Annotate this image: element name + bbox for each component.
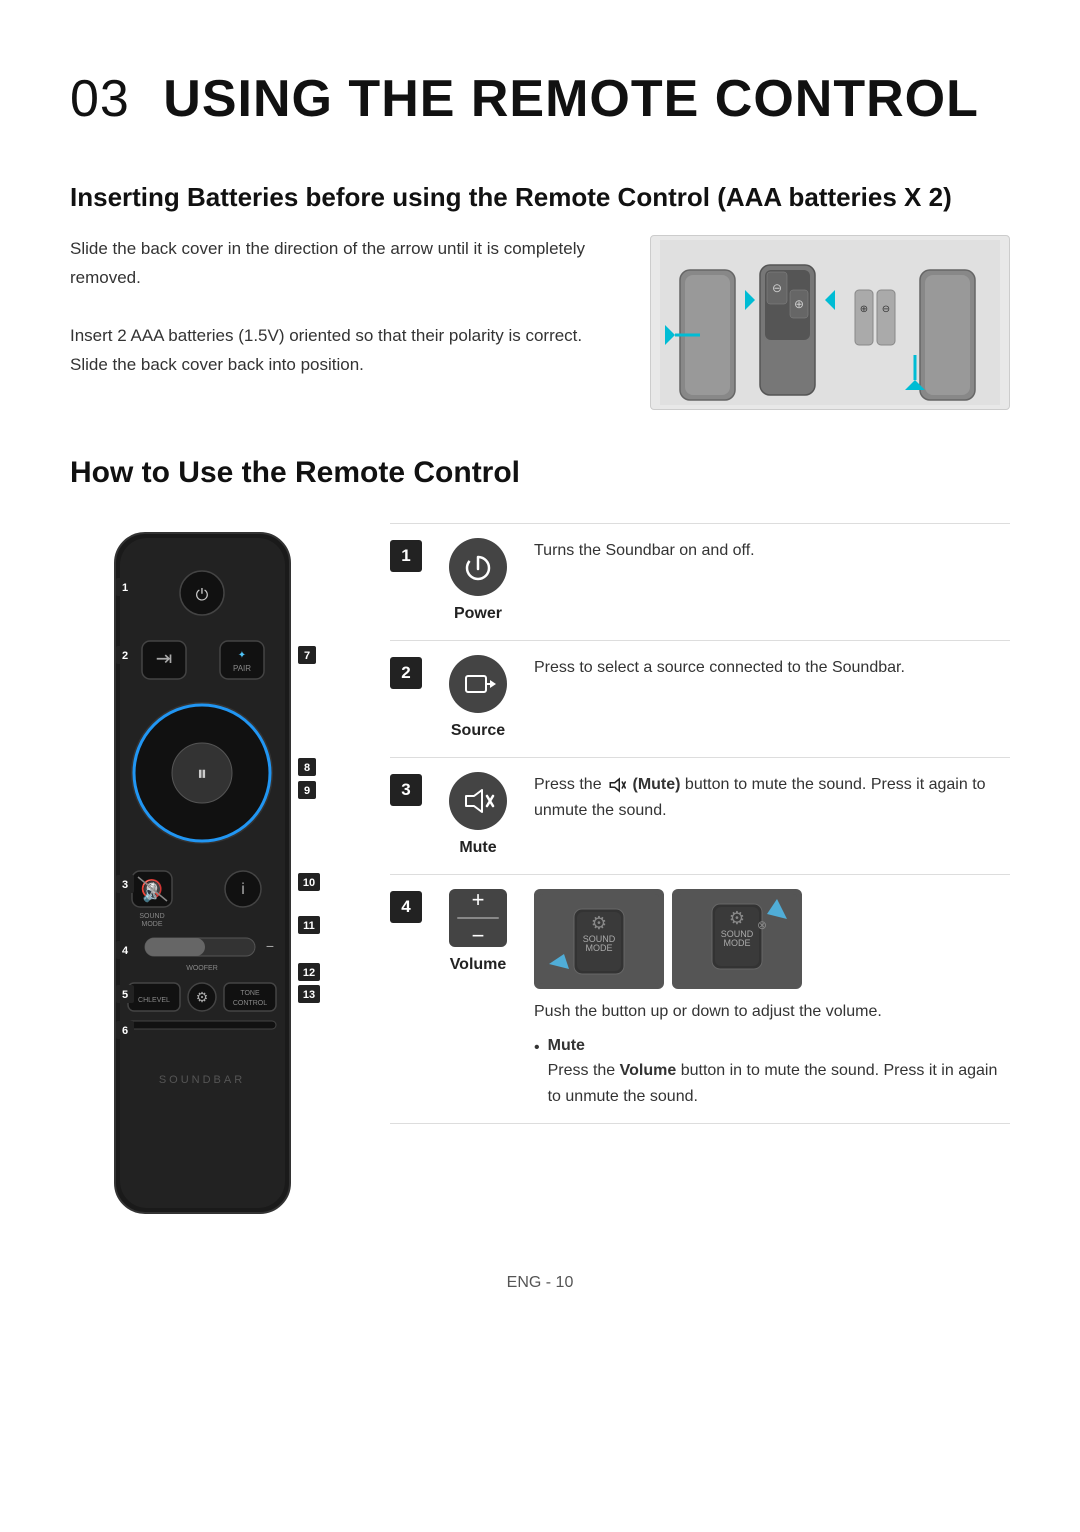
svg-text:3: 3 bbox=[122, 879, 128, 891]
mute-label: Mute bbox=[459, 836, 496, 860]
how-to-content: ⏻ ⇥ ✦ PAIR ⏸ 🔇 ⊘ ⊗ 🔈 bbox=[70, 523, 1010, 1231]
svg-text:✦: ✦ bbox=[238, 650, 246, 661]
source-description: Press to select a source connected to th… bbox=[534, 655, 1010, 681]
svg-text:10: 10 bbox=[303, 877, 315, 889]
mute-description: Press the (Mute) button to mute the soun… bbox=[534, 772, 1010, 823]
svg-text:4: 4 bbox=[122, 945, 129, 957]
svg-text:⊕: ⊕ bbox=[794, 297, 804, 311]
volume-bullet-content: Mute Press the Volume button in to mute … bbox=[548, 1033, 1010, 1110]
remote-diagram: ⏻ ⇥ ✦ PAIR ⏸ 🔇 ⊘ ⊗ 🔈 bbox=[70, 523, 360, 1231]
svg-text:╳: ╳ bbox=[147, 883, 157, 900]
source-button-icon bbox=[449, 655, 507, 713]
svg-text:TONE: TONE bbox=[240, 990, 260, 997]
svg-text:2: 2 bbox=[122, 650, 128, 662]
svg-text:CONTROL: CONTROL bbox=[233, 1000, 267, 1007]
chapter-number: 03 bbox=[70, 70, 130, 128]
svg-text:5: 5 bbox=[122, 989, 128, 1001]
control-icon-col-mute: Mute bbox=[438, 772, 518, 860]
svg-text:⊗: ⊗ bbox=[757, 918, 767, 932]
how-to-heading: How to Use the Remote Control bbox=[70, 450, 1010, 495]
svg-text:⇥: ⇥ bbox=[156, 648, 173, 670]
svg-text:9: 9 bbox=[304, 785, 310, 797]
control-icon-col-source: Source bbox=[438, 655, 518, 743]
volume-label: Volume bbox=[450, 953, 507, 977]
svg-text:PAIR: PAIR bbox=[233, 664, 251, 673]
control-icon-col-power: Power bbox=[438, 538, 518, 626]
svg-text:MODE: MODE bbox=[142, 921, 163, 928]
battery-section: Inserting Batteries before using the Rem… bbox=[70, 178, 1010, 410]
control-row-volume: 4 + − Volume bbox=[390, 874, 1010, 1124]
power-description: Turns the Soundbar on and off. bbox=[534, 538, 1010, 564]
battery-heading: Inserting Batteries before using the Rem… bbox=[70, 178, 1010, 217]
source-label: Source bbox=[451, 719, 505, 743]
svg-text:12: 12 bbox=[303, 967, 315, 979]
svg-text:⊖: ⊖ bbox=[772, 281, 782, 295]
volume-bullet: • Mute Press the Volume button in to mut… bbox=[534, 1033, 1010, 1110]
svg-text:SOUND: SOUND bbox=[139, 913, 164, 920]
svg-text:1: 1 bbox=[122, 582, 128, 594]
svg-text:⚙: ⚙ bbox=[196, 989, 209, 1005]
svg-text:7: 7 bbox=[304, 650, 310, 662]
volume-images: SOUND MODE ⚙ bbox=[534, 889, 1010, 989]
control-icon-col-volume: + − Volume bbox=[438, 889, 518, 977]
power-label: Power bbox=[454, 602, 502, 626]
volume-img-left: SOUND MODE ⚙ bbox=[534, 889, 664, 989]
battery-text-2: Insert 2 AAA batteries (1.5V) oriented s… bbox=[70, 322, 620, 380]
svg-text:13: 13 bbox=[303, 989, 315, 1001]
page-title: 03 USING THE REMOTE CONTROL bbox=[70, 60, 1010, 138]
page-footer: ENG - 10 bbox=[70, 1271, 1010, 1295]
battery-illustration: ⊖ ⊕ ⊕ ⊖ bbox=[650, 235, 1010, 410]
volume-desc-text: Push the button up or down to adjust the… bbox=[534, 1003, 882, 1020]
svg-text:i: i bbox=[241, 881, 245, 898]
svg-text:⏸: ⏸ bbox=[197, 763, 207, 785]
battery-text-block: Slide the back cover in the direction of… bbox=[70, 235, 620, 379]
control-row-power: 1 Power Turns the Soundbar on and off. bbox=[390, 523, 1010, 640]
how-to-section: How to Use the Remote Control ⏻ ⇥ ✦ PAIR bbox=[70, 450, 1010, 1231]
battery-content: Slide the back cover in the direction of… bbox=[70, 235, 1010, 410]
svg-text:SOUNDBAR: SOUNDBAR bbox=[159, 1074, 245, 1086]
battery-text-1: Slide the back cover in the direction of… bbox=[70, 235, 620, 293]
control-row-source: 2 Source Press to select a source connec… bbox=[390, 640, 1010, 757]
chapter-title: USING THE REMOTE CONTROL bbox=[163, 70, 979, 128]
svg-text:CHLEVEL: CHLEVEL bbox=[138, 997, 170, 1004]
svg-text:⚙: ⚙ bbox=[729, 908, 745, 928]
footer-text: ENG - 10 bbox=[507, 1274, 574, 1291]
volume-button-icon: + − bbox=[449, 889, 507, 947]
control-num-2: 2 bbox=[390, 657, 422, 689]
svg-text:MODE: MODE bbox=[724, 938, 751, 948]
control-num-4: 4 bbox=[390, 891, 422, 923]
svg-text:⚙: ⚙ bbox=[591, 913, 607, 933]
control-num-3: 3 bbox=[390, 774, 422, 806]
mute-bullet-title: Mute bbox=[548, 1037, 585, 1054]
control-row-mute: 3 Mute Press the (Mute) button to mute t… bbox=[390, 757, 1010, 874]
svg-text:⏻: ⏻ bbox=[196, 587, 209, 604]
svg-text:11: 11 bbox=[303, 920, 315, 932]
svg-text:WOOFER: WOOFER bbox=[186, 965, 218, 972]
volume-description: SOUND MODE ⚙ bbox=[534, 889, 1010, 1109]
svg-text:MODE: MODE bbox=[586, 943, 613, 953]
svg-text:⊕: ⊕ bbox=[860, 304, 868, 315]
svg-text:⊖: ⊖ bbox=[882, 304, 890, 315]
control-table: 1 Power Turns the Soundbar on and off. 2 bbox=[390, 523, 1010, 1124]
control-num-1: 1 bbox=[390, 540, 422, 572]
svg-text:6: 6 bbox=[122, 1025, 128, 1037]
bullet-dot: • bbox=[534, 1035, 540, 1110]
mute-button-icon bbox=[449, 772, 507, 830]
power-button-icon bbox=[449, 538, 507, 596]
volume-img-right: SOUND MODE ⚙ ⊗ bbox=[672, 889, 802, 989]
svg-text:8: 8 bbox=[304, 762, 310, 774]
svg-text:−: − bbox=[266, 938, 274, 954]
